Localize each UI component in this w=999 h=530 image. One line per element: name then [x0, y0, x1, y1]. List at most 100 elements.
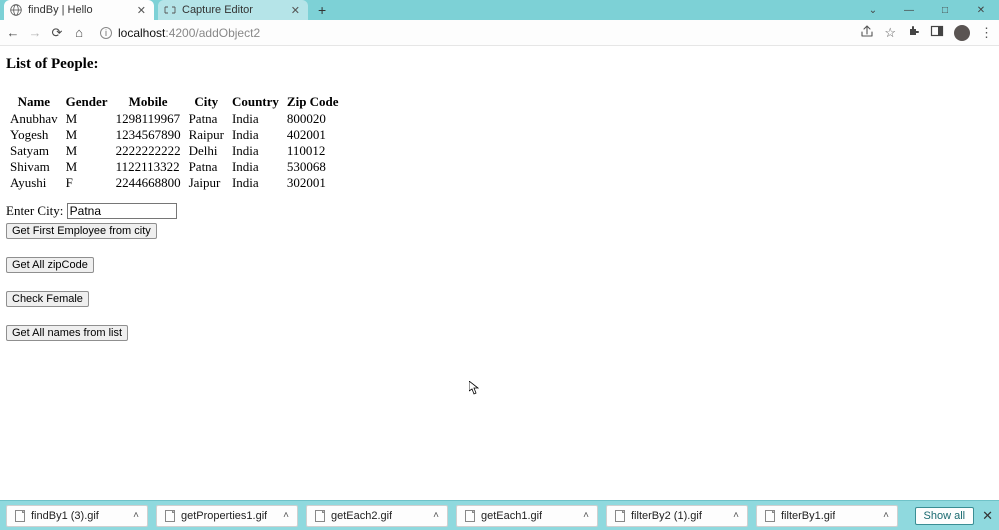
page-content: List of People: Name Gender Mobile City …: [0, 46, 999, 351]
cell-zip: 302001: [283, 175, 343, 191]
window-close-button[interactable]: ✕: [963, 0, 999, 20]
cell-zip: 402001: [283, 127, 343, 143]
download-item[interactable]: filterBy1.gif ˄: [756, 505, 898, 527]
cell-city: Jaipur: [185, 175, 228, 191]
browser-title-bar: findBy | Hello ✕ Capture Editor ✕ + ⌄ — …: [0, 0, 999, 20]
download-item[interactable]: getEach1.gif ˄: [456, 505, 598, 527]
chevron-up-icon[interactable]: ˄: [133, 510, 139, 521]
tab-title: findBy | Hello: [28, 4, 93, 16]
cell-mobile: 1122113322: [112, 159, 185, 175]
check-female-button[interactable]: Check Female: [6, 291, 89, 307]
file-icon: [615, 510, 625, 522]
forward-button[interactable]: →: [28, 25, 42, 40]
url-host: localhost: [118, 26, 165, 40]
table-row: YogeshM1234567890RaipurIndia402001: [6, 127, 343, 143]
cell-gender: M: [62, 111, 112, 127]
cell-country: India: [228, 175, 283, 191]
new-tab-button[interactable]: +: [318, 2, 326, 18]
cell-gender: F: [62, 175, 112, 191]
panel-icon[interactable]: [930, 24, 944, 41]
minimize-button[interactable]: —: [891, 0, 927, 20]
cell-country: India: [228, 111, 283, 127]
download-filename: getEach2.gif: [331, 510, 392, 522]
back-button[interactable]: ←: [6, 25, 20, 40]
cell-country: India: [228, 127, 283, 143]
file-icon: [765, 510, 775, 522]
site-info-icon[interactable]: i: [100, 27, 112, 39]
chevron-up-icon[interactable]: ˄: [733, 510, 739, 521]
cell-name: Anubhav: [6, 111, 62, 127]
get-all-names-button[interactable]: Get All names from list: [6, 325, 128, 341]
address-bar[interactable]: i localhost:4200/addObject2: [94, 26, 852, 40]
download-filename: getProperties1.gif: [181, 510, 267, 522]
cell-country: India: [228, 143, 283, 159]
reload-button[interactable]: ⟳: [50, 25, 64, 41]
close-icon[interactable]: ✕: [135, 4, 148, 17]
cell-mobile: 2244668800: [112, 175, 185, 191]
get-first-employee-button[interactable]: Get First Employee from city: [6, 223, 157, 239]
show-all-downloads-button[interactable]: Show all: [915, 507, 975, 525]
file-icon: [315, 510, 325, 522]
cell-name: Satyam: [6, 143, 62, 159]
cell-gender: M: [62, 159, 112, 175]
home-button[interactable]: ⌂: [72, 25, 86, 40]
cell-mobile: 1234567890: [112, 127, 185, 143]
download-filename: filterBy2 (1).gif: [631, 510, 702, 522]
share-icon[interactable]: [860, 24, 874, 41]
file-icon: [15, 510, 25, 522]
cell-city: Raipur: [185, 127, 228, 143]
page-heading: List of People:: [6, 56, 993, 73]
city-form-row: Enter City:: [6, 203, 993, 219]
kebab-menu-icon[interactable]: ⋮: [980, 25, 993, 41]
cell-zip: 800020: [283, 111, 343, 127]
bookmark-star-icon[interactable]: ☆: [884, 25, 896, 41]
file-icon: [165, 510, 175, 522]
chevron-up-icon[interactable]: ˄: [433, 510, 439, 521]
chevron-up-icon[interactable]: ˄: [583, 510, 589, 521]
tab-title: Capture Editor: [182, 4, 253, 16]
col-mobile: Mobile: [112, 93, 185, 111]
close-downloads-bar-icon[interactable]: ✕: [982, 508, 993, 524]
cell-city: Patna: [185, 111, 228, 127]
download-filename: findBy1 (3).gif: [31, 510, 99, 522]
table-row: AyushiF2244668800JaipurIndia302001: [6, 175, 343, 191]
cell-mobile: 2222222222: [112, 143, 185, 159]
download-item[interactable]: filterBy2 (1).gif ˄: [606, 505, 748, 527]
col-city: City: [185, 93, 228, 111]
download-filename: getEach1.gif: [481, 510, 542, 522]
extensions-icon[interactable]: [906, 24, 920, 41]
profile-avatar[interactable]: [954, 25, 970, 41]
chevron-up-icon[interactable]: ˄: [283, 510, 289, 521]
city-label: Enter City:: [6, 203, 63, 218]
cell-zip: 530068: [283, 159, 343, 175]
cell-name: Yogesh: [6, 127, 62, 143]
table-row: AnubhavM1298119967PatnaIndia800020: [6, 111, 343, 127]
cell-name: Shivam: [6, 159, 62, 175]
chevron-down-icon[interactable]: ⌄: [855, 0, 891, 20]
col-zip: Zip Code: [283, 93, 343, 111]
globe-icon: [10, 4, 22, 16]
mouse-cursor-icon: [469, 381, 479, 398]
browser-tab-active[interactable]: findBy | Hello ✕: [4, 0, 154, 20]
col-gender: Gender: [62, 93, 112, 111]
cell-country: India: [228, 159, 283, 175]
cell-name: Ayushi: [6, 175, 62, 191]
download-filename: filterBy1.gif: [781, 510, 835, 522]
get-all-zipcode-button[interactable]: Get All zipCode: [6, 257, 94, 273]
url-path: :4200/addObject2: [165, 26, 260, 40]
col-country: Country: [228, 93, 283, 111]
people-table: Name Gender Mobile City Country Zip Code…: [6, 93, 343, 191]
file-icon: [465, 510, 475, 522]
city-input[interactable]: [67, 203, 177, 219]
cell-zip: 110012: [283, 143, 343, 159]
cell-mobile: 1298119967: [112, 111, 185, 127]
chevron-up-icon[interactable]: ˄: [883, 510, 889, 521]
cell-gender: M: [62, 127, 112, 143]
download-item[interactable]: getEach2.gif ˄: [306, 505, 448, 527]
download-item[interactable]: getProperties1.gif ˄: [156, 505, 298, 527]
browser-tab-inactive[interactable]: Capture Editor ✕: [158, 0, 308, 20]
download-item[interactable]: findBy1 (3).gif ˄: [6, 505, 148, 527]
close-icon[interactable]: ✕: [289, 4, 302, 17]
table-row: SatyamM2222222222DelhiIndia110012: [6, 143, 343, 159]
maximize-button[interactable]: □: [927, 0, 963, 20]
